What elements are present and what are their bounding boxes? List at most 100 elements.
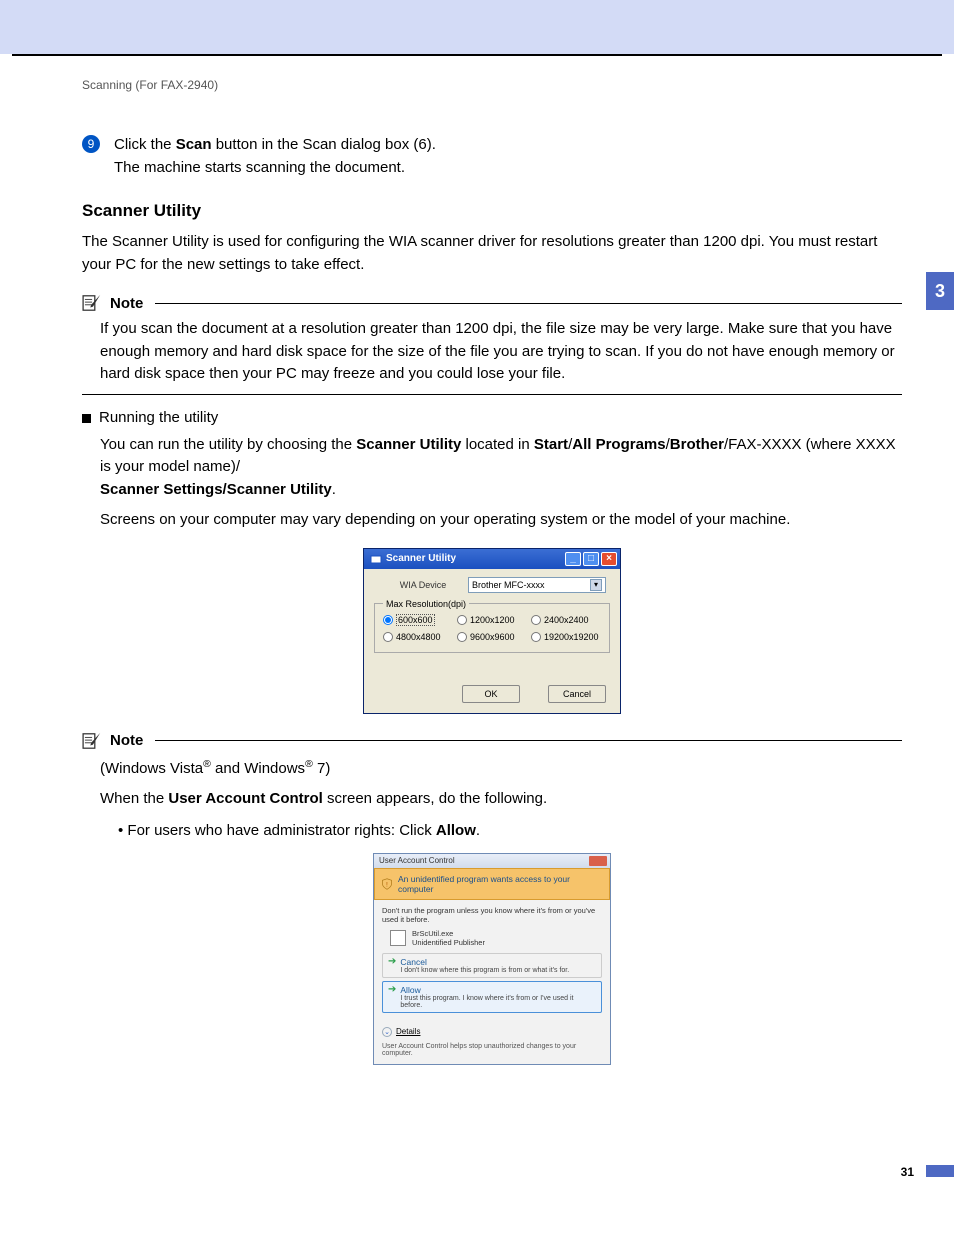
running-utility-item: Running the utility (82, 409, 902, 426)
step-number-badge: 9 (82, 135, 100, 153)
note-icon (82, 294, 104, 312)
t: . (476, 822, 480, 839)
radio-input[interactable] (383, 615, 393, 625)
step-9: 9 Click the Scan button in the Scan dial… (82, 134, 902, 179)
radio-label: 19200x19200 (544, 632, 599, 642)
page-number: 31 (901, 1165, 914, 1179)
radio-19200[interactable]: 19200x19200 (531, 632, 601, 642)
t: When the (100, 790, 168, 807)
running-p2: Screens on your computer may vary depend… (100, 509, 902, 532)
t: Start (534, 436, 568, 453)
page-top-bar (0, 0, 954, 54)
option-desc: I don't know where this program is from … (400, 967, 569, 974)
note-2: Note (Windows Vista® and Windows® 7) Whe… (82, 732, 902, 843)
radio-input[interactable] (531, 615, 541, 625)
t: 7) (313, 760, 331, 777)
minimize-button[interactable]: _ (565, 552, 581, 566)
t: User Account Control (168, 790, 322, 807)
radio-4800[interactable]: 4800x4800 (383, 632, 453, 642)
program-icon (390, 930, 406, 946)
t: (Windows Vista (100, 760, 203, 777)
note-icon (82, 732, 104, 750)
shield-icon: ! (381, 878, 393, 890)
option-desc: I trust this program. I know where it's … (400, 995, 596, 1009)
uac-dialog: User Account Control ! An unidentified p… (373, 853, 611, 1065)
program-publisher: Unidentified Publisher (412, 938, 485, 947)
square-bullet-icon (82, 414, 91, 423)
note-rule (155, 740, 902, 741)
note-1: Note If you scan the document at a resol… (82, 294, 902, 395)
dialog-titlebar: Scanner Utility _ □ × (364, 549, 620, 569)
radio-input[interactable] (457, 615, 467, 625)
uac-titlebar: User Account Control (374, 854, 610, 868)
wia-device-select[interactable]: Brother MFC-xxxx ▾ (468, 577, 606, 593)
os-line: (Windows Vista® and Windows® 7) (100, 756, 902, 781)
t: Brother (670, 436, 724, 453)
uac-title: User Account Control (379, 856, 455, 865)
chevron-down-icon: ⌄ (382, 1027, 392, 1037)
note-label: Note (110, 295, 143, 312)
wia-device-label: WIA Device (378, 580, 468, 590)
intro-text: The Scanner Utility is used for configur… (82, 231, 902, 276)
close-button[interactable]: × (601, 552, 617, 566)
radio-600[interactable]: 600x600 (383, 614, 453, 626)
admin-bullet: For users who have administrator rights:… (118, 819, 902, 843)
uac-banner-text: An unidentified program wants access to … (398, 874, 603, 894)
chapter-tab: 3 (926, 272, 954, 310)
t: Click the (114, 136, 176, 153)
max-resolution-fieldset: Max Resolution(dpi) 600x600 1200x1200 24… (374, 603, 610, 653)
note-label: Note (110, 732, 143, 749)
radio-label: 2400x2400 (544, 615, 589, 625)
dropdown-arrow-icon[interactable]: ▾ (590, 579, 602, 591)
cancel-button[interactable]: Cancel (548, 685, 606, 703)
t: located in (461, 436, 534, 453)
option-title: Allow (400, 985, 596, 995)
radio-label: 9600x9600 (470, 632, 515, 642)
radio-2400[interactable]: 2400x2400 (531, 614, 601, 626)
note-rule (155, 303, 902, 304)
option-title: Cancel (400, 957, 569, 967)
note-body: If you scan the document at a resolution… (82, 312, 902, 395)
page-header: Scanning (For FAX-2940) (82, 78, 902, 92)
program-name: BrScUtil.exe (412, 929, 485, 938)
running-title: Running the utility (99, 409, 218, 426)
t: The machine starts scanning the document… (114, 159, 405, 176)
t: screen appears, do the following. (323, 790, 547, 807)
step-text: Click the Scan button in the Scan dialog… (114, 134, 436, 179)
svg-text:!: ! (386, 881, 388, 888)
close-button[interactable] (589, 856, 607, 866)
select-value: Brother MFC-xxxx (472, 580, 545, 590)
t: You can run the utility by choosing the (100, 436, 356, 453)
ok-button[interactable]: OK (462, 685, 520, 703)
arrow-icon: ➔ (388, 957, 396, 967)
app-icon (370, 553, 382, 565)
t: All Programs (572, 436, 665, 453)
radio-1200[interactable]: 1200x1200 (457, 614, 527, 626)
t: Scanner Utility (356, 436, 461, 453)
t: button in the Scan dialog box (6). (212, 136, 436, 153)
uac-instr: When the User Account Control screen app… (100, 787, 902, 811)
radio-input[interactable] (457, 632, 467, 642)
uac-warn: Don't run the program unless you know wh… (382, 906, 602, 924)
header-rule (12, 54, 942, 56)
uac-allow-option[interactable]: ➔ Allow I trust this program. I know whe… (382, 981, 602, 1013)
dialog-title: Scanner Utility (386, 553, 456, 564)
page-num-bar (926, 1165, 954, 1177)
t: Scan (176, 136, 212, 153)
scanner-utility-dialog: Scanner Utility _ □ × WIA Device Brother… (363, 548, 621, 714)
maximize-button[interactable]: □ (583, 552, 599, 566)
running-p1: You can run the utility by choosing the … (100, 434, 902, 502)
uac-footer: User Account Control helps stop unauthor… (374, 1039, 610, 1064)
uac-details-toggle[interactable]: ⌄ Details (374, 1022, 610, 1039)
uac-banner: ! An unidentified program wants access t… (374, 868, 610, 900)
t: Allow (436, 822, 476, 839)
uac-cancel-option[interactable]: ➔ Cancel I don't know where this program… (382, 953, 602, 978)
radio-label: 4800x4800 (396, 632, 441, 642)
fieldset-legend: Max Resolution(dpi) (383, 599, 469, 609)
t: Scanner Settings/Scanner Utility (100, 481, 332, 498)
radio-9600[interactable]: 9600x9600 (457, 632, 527, 642)
radio-input[interactable] (383, 632, 393, 642)
section-title: Scanner Utility (82, 201, 902, 221)
radio-input[interactable] (531, 632, 541, 642)
t: and Windows (211, 760, 305, 777)
